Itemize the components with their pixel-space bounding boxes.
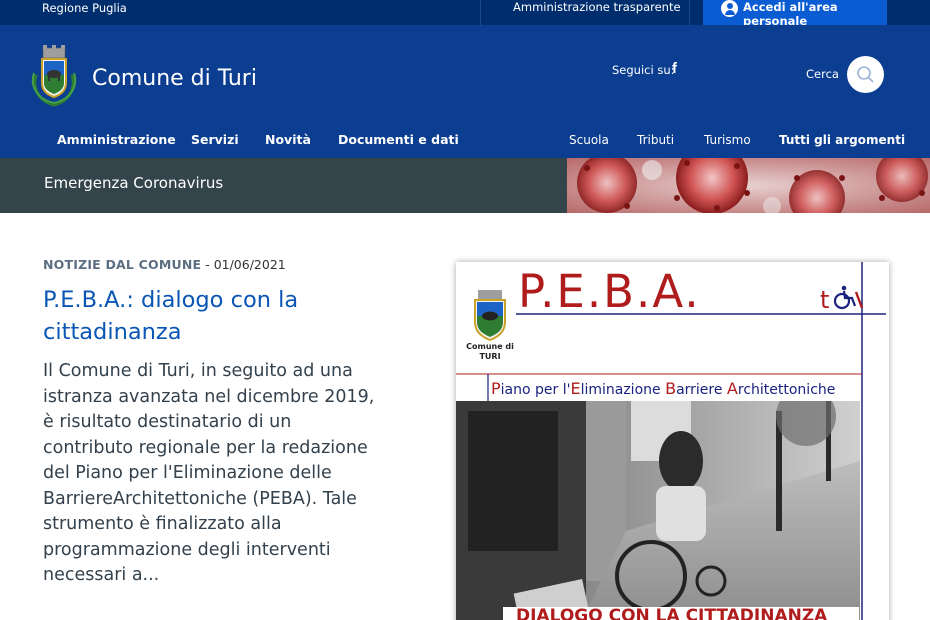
nav-item-documenti[interactable]: Documenti e dati xyxy=(338,132,459,148)
virus-image xyxy=(567,158,930,213)
crest-icon xyxy=(474,290,506,342)
poster-subtitle-word: liminazione xyxy=(580,382,666,398)
divider xyxy=(480,0,481,25)
banner-title[interactable]: Emergenza Coronavirus xyxy=(44,173,223,193)
site-name[interactable]: Comune di Turi xyxy=(92,65,257,93)
transparency-link[interactable]: Amministrazione trasparente xyxy=(513,0,681,14)
social-label: Seguici su: xyxy=(612,63,675,77)
poster-subtitle-word: rchitettoniche xyxy=(737,382,836,398)
accessibility-icon: t xyxy=(820,285,864,314)
crest-icon[interactable] xyxy=(30,45,78,107)
user-icon xyxy=(721,0,738,17)
poster-subtitle: Piano per l'Eliminazione Barriere Archit… xyxy=(491,380,835,399)
article-image[interactable]: Comune di TURI P.E.B.A. t Piano per l'El… xyxy=(456,262,889,620)
crest-label: Comune di TURI xyxy=(466,342,514,361)
main-header: Comune di Turi Seguici su: f Cerca Ammin… xyxy=(0,25,930,158)
search-button[interactable] xyxy=(847,56,884,93)
login-label: Accedi all'area personale xyxy=(743,0,838,28)
facebook-icon[interactable]: f xyxy=(672,61,677,77)
nav-item-scuola[interactable]: Scuola xyxy=(569,132,609,148)
nav-item-amministrazione[interactable]: Amministrazione xyxy=(57,132,176,148)
article-meta: NOTIZIE DAL COMUNE - 01/06/2021 xyxy=(43,257,286,273)
nav-item-turismo[interactable]: Turismo xyxy=(704,132,751,148)
poster-band-text: DIALOGO CON LA CITTADINANZA xyxy=(516,606,828,620)
nav-item-servizi[interactable]: Servizi xyxy=(191,132,239,148)
poster-subtitle-initial: E xyxy=(570,379,581,398)
slim-header: Regione Puglia Amministrazione trasparen… xyxy=(0,0,930,28)
poster-subtitle-initial: A xyxy=(726,379,738,398)
divider xyxy=(689,0,690,25)
poster-subtitle-initial: P xyxy=(491,379,501,398)
emergency-banner[interactable]: Emergenza Coronavirus xyxy=(0,158,930,213)
poster-subtitle-word: arriere xyxy=(676,382,727,398)
wheelchair-photo xyxy=(456,401,860,620)
article-title[interactable]: P.E.B.A.: dialogo con la cittadinanza xyxy=(43,284,373,348)
search-icon xyxy=(857,66,874,83)
poster-subtitle-word: iano per l' xyxy=(500,382,571,398)
svg-text:t: t xyxy=(820,286,829,314)
search-label: Cerca xyxy=(806,67,839,81)
nav-item-tributi[interactable]: Tributi xyxy=(637,132,674,148)
poster-subtitle-initial: B xyxy=(665,379,677,398)
region-link[interactable]: Regione Puglia xyxy=(42,1,127,15)
social-links: Seguici su: f xyxy=(612,61,677,78)
poster-title: P.E.B.A. xyxy=(518,265,701,318)
nav-item-novita[interactable]: Novità xyxy=(265,132,311,148)
article-abstract: Il Comune di Turi, in seguito ad una ist… xyxy=(43,361,375,585)
nav-item-tutti-argomenti[interactable]: Tutti gli argomenti xyxy=(779,132,905,148)
article-category[interactable]: NOTIZIE DAL COMUNE xyxy=(43,257,201,272)
login-button[interactable]: Accedi all'area personale xyxy=(703,0,887,28)
article-date: - 01/06/2021 xyxy=(201,257,286,272)
